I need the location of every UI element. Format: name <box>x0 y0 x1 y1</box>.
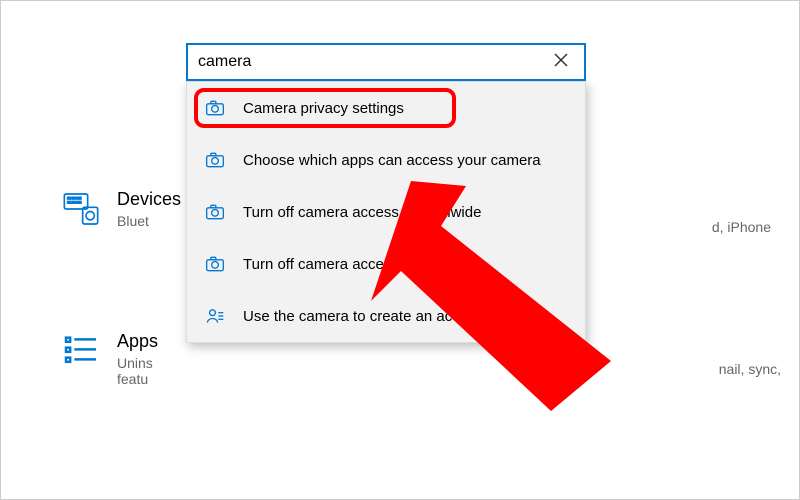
bg-apps-title: Apps <box>117 331 158 352</box>
bg-apps-sub-line2: featu <box>117 371 158 387</box>
bg-devices-sub-left: Bluet <box>117 213 181 229</box>
search-results-dropdown: Camera privacy settings Choose which app… <box>186 81 586 343</box>
bg-apps-sub-right: nail, sync, <box>719 361 781 377</box>
bg-devices-title: Devices <box>117 189 181 210</box>
result-turn-off-all-apps[interactable]: Turn off camera access for all apps <box>187 238 585 290</box>
result-camera-privacy-settings[interactable]: Camera privacy settings <box>187 82 585 134</box>
result-turn-off-systemwide[interactable]: Turn off camera access systemwide <box>187 186 585 238</box>
person-icon <box>205 306 225 326</box>
search-input[interactable] <box>198 53 548 71</box>
result-label: Camera privacy settings <box>243 100 404 117</box>
camera-icon <box>205 254 225 274</box>
apps-list-icon <box>61 331 101 371</box>
result-label: Turn off camera access systemwide <box>243 204 481 221</box>
devices-icon <box>61 189 101 229</box>
bg-devices-sub-right: d, iPhone <box>712 219 771 235</box>
result-choose-apps-camera[interactable]: Choose which apps can access your camera <box>187 134 585 186</box>
settings-search-box[interactable] <box>186 43 586 81</box>
result-account-picture[interactable]: Use the camera to create an account pict… <box>187 290 585 342</box>
clear-search-icon[interactable] <box>548 49 574 76</box>
camera-icon <box>205 150 225 170</box>
result-label: Turn off camera access for all apps <box>243 256 476 273</box>
bg-devices-item[interactable]: Devices Bluet <box>61 189 181 229</box>
result-label: Choose which apps can access your camera <box>243 152 541 169</box>
result-label: Use the camera to create an account pict… <box>243 308 538 325</box>
camera-icon <box>205 202 225 222</box>
camera-icon <box>205 98 225 118</box>
bg-apps-item[interactable]: Apps Unins featu <box>61 331 158 387</box>
bg-apps-sub-left: Unins <box>117 355 158 371</box>
